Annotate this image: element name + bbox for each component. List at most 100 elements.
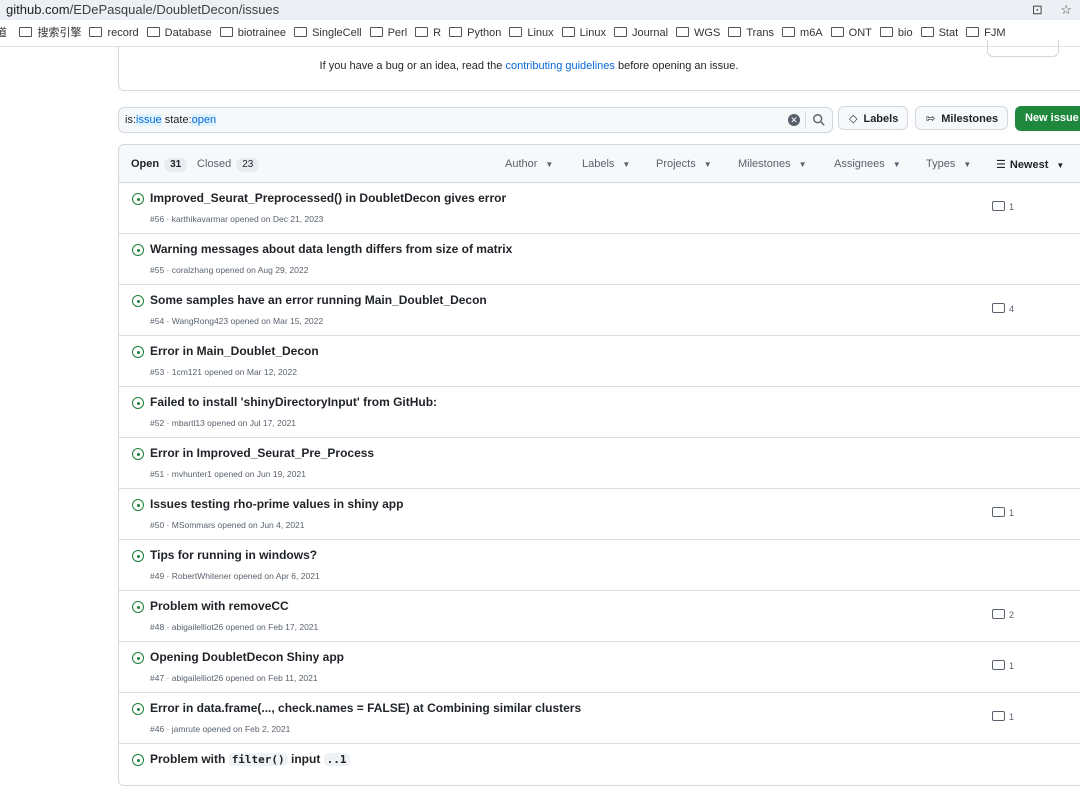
issue-title-link[interactable]: Error in Improved_Seurat_Pre_Process xyxy=(150,446,374,460)
list-item[interactable]: Tips for running in windows? #49 · Robert… xyxy=(119,540,1080,591)
issue-title-link[interactable]: Some samples have an error running Main_… xyxy=(150,293,487,307)
bookmarks-bar: 道 搜索引擎 record Database biotrainee SingleCell… xyxy=(0,20,1080,47)
issue-open-icon xyxy=(132,703,144,715)
issue-open-icon xyxy=(132,601,144,613)
star-bookmark-icon[interactable]: ☆ xyxy=(1060,2,1072,17)
clear-search-icon[interactable]: ✕ xyxy=(788,114,800,126)
list-item[interactable]: Problem with removeCC #48 · abigailelliot… xyxy=(119,591,1080,642)
banner-button[interactable] xyxy=(987,40,1059,57)
issue-open-icon xyxy=(132,397,144,409)
issue-title-link[interactable]: Warning messages about data length diffe… xyxy=(150,242,512,256)
issue-title-link[interactable]: Opening DoubletDecon Shiny app xyxy=(150,650,344,664)
folder-icon xyxy=(219,27,233,37)
issue-open-icon xyxy=(132,244,144,256)
milestones-button[interactable]: ⇰ Milestones xyxy=(915,106,1008,130)
issue-title-link[interactable]: Error in Main_Doublet_Decon xyxy=(150,344,319,358)
comment-count[interactable]: 1 xyxy=(992,201,1014,212)
issue-open-icon xyxy=(132,448,144,460)
bookmark-item[interactable]: Python xyxy=(449,20,501,46)
list-item[interactable]: Some samples have an error running Main_… xyxy=(119,285,1080,336)
issue-meta: #54 · WangRong423 opened on Mar 15, 2022 xyxy=(150,316,324,326)
comment-count[interactable]: 1 xyxy=(992,711,1014,722)
comment-icon xyxy=(992,660,1005,670)
comment-icon xyxy=(992,303,1005,313)
issue-meta: #52 · mbartl13 opened on Jul 17, 2021 xyxy=(150,418,297,428)
author-filter[interactable]: Author ▼ xyxy=(505,158,553,170)
bookmark-item[interactable]: record xyxy=(89,20,139,46)
issue-search-input[interactable]: is:issue state:open ✕ xyxy=(118,107,833,133)
comment-count[interactable]: 4 xyxy=(992,303,1014,314)
issue-title-link[interactable]: Failed to install 'shinyDirectoryInput' … xyxy=(150,395,437,409)
bookmark-item[interactable]: SingleCell xyxy=(294,20,362,46)
list-item[interactable]: Failed to install 'shinyDirectoryInput' … xyxy=(119,387,1080,438)
issue-open-icon xyxy=(132,754,144,766)
comment-count[interactable]: 1 xyxy=(992,660,1014,671)
tab-closed-issues[interactable]: Closed 23 xyxy=(197,158,260,172)
contributing-guidelines-link[interactable]: contributing guidelines xyxy=(505,60,614,72)
bookmark-item[interactable]: Linux xyxy=(509,20,554,46)
list-item[interactable]: Opening DoubletDecon Shiny app #47 · abig… xyxy=(119,642,1080,693)
issue-open-icon xyxy=(132,499,144,511)
milestones-filter[interactable]: Milestones ▼ xyxy=(738,158,807,170)
url-text[interactable]: github.com/EDePasquale/DoubletDecon/issu… xyxy=(6,2,279,17)
issue-title-link[interactable]: Issues testing rho-prime values in shiny… xyxy=(150,497,403,511)
tab-open-issues[interactable]: Open 31 xyxy=(131,158,188,172)
list-item[interactable]: Warning messages about data length diffe… xyxy=(119,234,1080,285)
chevron-down-icon: ▼ xyxy=(622,160,631,169)
folder-icon xyxy=(19,27,33,37)
list-item[interactable]: Error in Main_Doublet_Decon #53 · 1cm121 … xyxy=(119,336,1080,387)
bookmark-item[interactable]: Perl xyxy=(369,20,407,46)
issue-title-link[interactable]: Problem with removeCC xyxy=(150,599,289,613)
folder-icon xyxy=(728,27,742,37)
issue-meta: #46 · jamrute opened on Feb 2, 2021 xyxy=(150,724,291,734)
comment-count[interactable]: 1 xyxy=(992,507,1014,518)
list-item[interactable]: Error in data.frame(..., check.names = F… xyxy=(119,693,1080,744)
bookmark-item[interactable]: bio xyxy=(879,20,913,46)
folder-icon xyxy=(89,27,103,37)
new-issue-button[interactable]: New issue xyxy=(1015,106,1080,131)
list-item[interactable]: Improved_Seurat_Preprocessed() in Double… xyxy=(119,183,1080,234)
issue-meta: #55 · coralzhang opened on Aug 29, 2022 xyxy=(150,265,309,275)
bookmark-item[interactable]: ONT xyxy=(830,20,872,46)
install-app-icon[interactable]: ⊡ xyxy=(1032,2,1043,17)
issue-open-icon xyxy=(132,346,144,358)
comment-icon xyxy=(992,609,1005,619)
bookmark-item[interactable]: 搜索引擎 xyxy=(19,20,81,46)
assignees-filter[interactable]: Assignees ▼ xyxy=(834,158,901,170)
list-item[interactable]: Error in Improved_Seurat_Pre_Process #51 … xyxy=(119,438,1080,489)
issue-meta: #53 · 1cm121 opened on Mar 12, 2022 xyxy=(150,367,297,377)
issue-meta: #47 · abigailelliot26 opened on Feb 11, … xyxy=(150,673,318,683)
types-filter[interactable]: Types ▼ xyxy=(926,158,971,170)
chevron-down-icon: ▼ xyxy=(1056,161,1065,170)
folder-icon xyxy=(449,27,463,37)
bookmark-item[interactable]: Stat xyxy=(920,20,958,46)
labels-filter[interactable]: Labels ▼ xyxy=(582,158,630,170)
issue-meta: #48 · abigailelliot26 opened on Feb 17, … xyxy=(150,622,319,632)
chevron-down-icon: ▼ xyxy=(798,160,807,169)
bookmark-item[interactable]: Database xyxy=(146,20,212,46)
list-item[interactable]: Issues testing rho-prime values in shiny… xyxy=(119,489,1080,540)
bookmark-item[interactable]: m6A xyxy=(782,20,823,46)
bookmark-item[interactable]: R xyxy=(415,20,441,46)
bookmark-item[interactable]: biotrainee xyxy=(219,20,286,46)
projects-filter[interactable]: Projects ▼ xyxy=(656,158,712,170)
bookmark-item[interactable]: WGS xyxy=(676,20,720,46)
issue-title-link[interactable]: Improved_Seurat_Preprocessed() in Double… xyxy=(150,191,506,205)
bookmark-item[interactable]: 道 xyxy=(0,20,7,46)
folder-icon xyxy=(613,27,627,37)
labels-button[interactable]: ◇ Labels xyxy=(838,106,908,130)
issue-title-link[interactable]: Problem with filter() input ..1 xyxy=(150,752,350,766)
list-item[interactable]: Problem with filter() input ..1 xyxy=(119,744,1080,785)
bookmark-item[interactable]: Linux xyxy=(561,20,606,46)
issue-title-link[interactable]: Tips for running in windows? xyxy=(150,548,317,562)
issue-meta: #49 · RobertWhitener opened on Apr 6, 20… xyxy=(150,571,320,581)
search-icon[interactable] xyxy=(812,113,826,127)
issue-open-icon xyxy=(132,193,144,205)
bookmark-item[interactable]: Trans xyxy=(728,20,774,46)
comment-count[interactable]: 2 xyxy=(992,609,1014,620)
address-bar[interactable]: github.com/EDePasquale/DoubletDecon/issu… xyxy=(0,0,1080,20)
sort-dropdown[interactable]: ☰ Newest ▼ xyxy=(996,158,1064,171)
issue-title-link[interactable]: Error in data.frame(..., check.names = F… xyxy=(150,701,581,715)
folder-icon xyxy=(294,27,308,37)
bookmark-item[interactable]: Journal xyxy=(613,20,668,46)
